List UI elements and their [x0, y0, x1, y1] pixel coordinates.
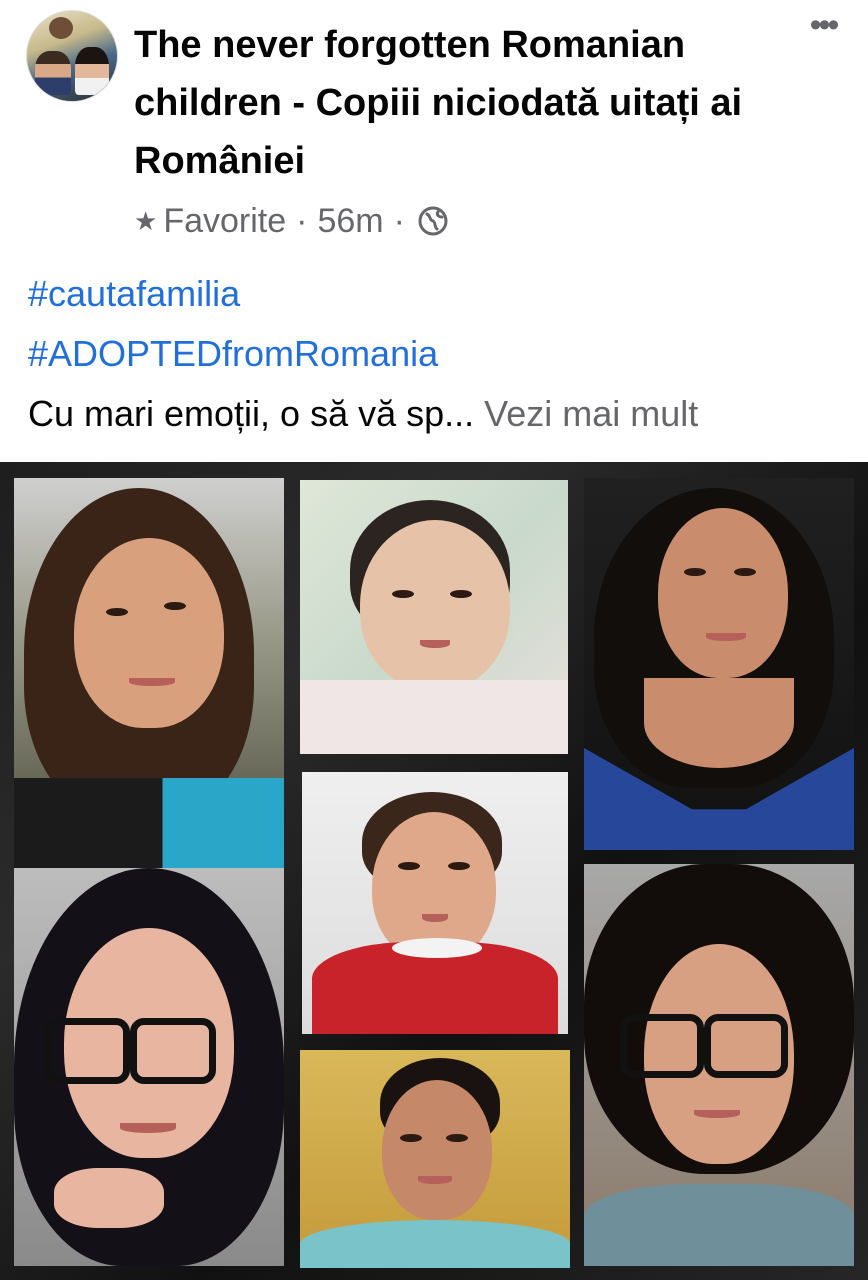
photo-collage[interactable]: [0, 462, 868, 1280]
photo-woman-hair-bun: [300, 1050, 570, 1268]
photo-woman-long-brown-hair: [14, 478, 284, 868]
meta-separator: ·: [296, 201, 308, 240]
post-header: The never forgotten Romanian children - …: [0, 0, 868, 250]
post-time[interactable]: 56m: [317, 202, 383, 241]
page-avatar[interactable]: [26, 10, 118, 102]
photo-woman-glasses-dark-hair: [14, 868, 284, 1266]
see-more-link[interactable]: Vezi mai mult: [484, 393, 698, 434]
favorite-label[interactable]: Favorite: [163, 202, 286, 241]
star-icon: ★: [134, 205, 158, 236]
post-text-preview: Cu mari emoții, o să vă sp...: [28, 393, 475, 434]
post-meta: ★ Favorite · 56m ·: [134, 198, 449, 244]
page-name[interactable]: The never forgotten Romanian children - …: [134, 16, 794, 190]
more-options-button[interactable]: •••: [798, 8, 848, 50]
photo-woman-curly-hair-glasses: [584, 864, 854, 1266]
photo-woman-blue-dress: [584, 478, 854, 850]
photo-toddler-red-dress: [302, 772, 568, 1034]
hashtag-link[interactable]: #cautafamilia: [28, 273, 240, 314]
meta-separator: ·: [393, 201, 405, 240]
photo-baby-portrait: [300, 480, 568, 754]
hashtag-link[interactable]: #ADOPTEDfromRomania: [28, 333, 438, 374]
globe-icon[interactable]: [417, 205, 449, 237]
post-text: #cautafamilia #ADOPTEDfromRomania Cu mar…: [28, 264, 848, 444]
